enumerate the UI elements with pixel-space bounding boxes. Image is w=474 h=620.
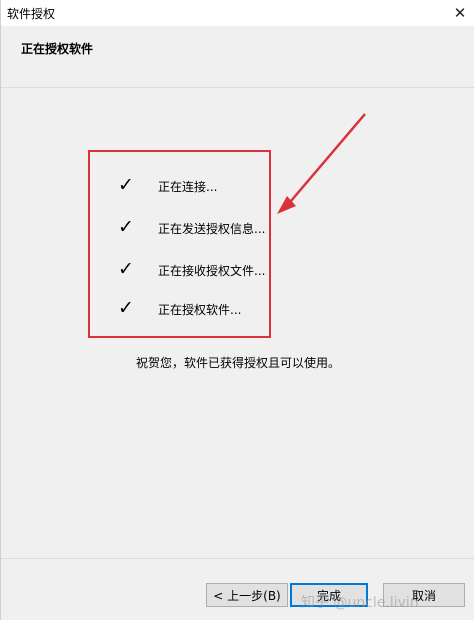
success-message: 祝贺您，软件已获得授权且可以使用。 <box>135 356 340 370</box>
close-icon[interactable]: ✕ <box>445 0 474 26</box>
step-label: 正在接收授权文件... <box>158 264 266 278</box>
page-title: 正在授权软件 <box>21 42 94 56</box>
step-receive-file: ✓ 正在接收授权文件... <box>90 258 270 282</box>
wizard-header: 正在授权软件 <box>1 26 474 88</box>
step-authorize: ✓ 正在授权软件... <box>90 297 270 321</box>
step-label: 正在发送授权信息... <box>158 222 266 236</box>
checkmark-icon: ✓ <box>118 216 134 238</box>
step-label: 正在连接... <box>158 180 218 194</box>
checkmark-icon: ✓ <box>118 297 134 319</box>
progress-steps-box: ✓ 正在连接... ✓ 正在发送授权信息... ✓ 正在接收授权文件... ✓ … <box>88 150 271 338</box>
title-bar: 软件授权 ✕ <box>1 0 474 26</box>
checkmark-icon: ✓ <box>118 258 134 280</box>
step-label: 正在授权软件... <box>158 303 242 317</box>
step-connect: ✓ 正在连接... <box>90 174 270 198</box>
step-send-info: ✓ 正在发送授权信息... <box>90 216 270 240</box>
back-button[interactable]: < 上一步(B) <box>206 583 288 607</box>
license-wizard-window: 软件授权 ✕ 正在授权软件 ✓ 正在连接... ✓ 正在发送授权信息... ✓ … <box>0 0 474 620</box>
checkmark-icon: ✓ <box>118 174 134 196</box>
watermark: 知乎 @uncle.livin <box>301 595 419 611</box>
window-title: 软件授权 <box>7 7 56 21</box>
